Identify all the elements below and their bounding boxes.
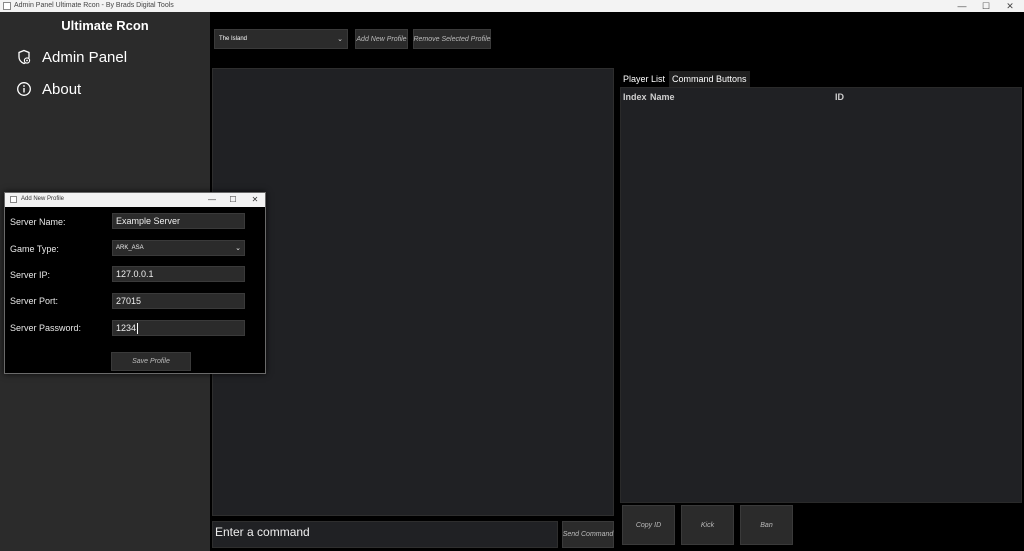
window-title: Admin Panel Ultimate Rcon - By Brads Dig…	[14, 1, 174, 11]
send-command-button[interactable]: Send Command	[562, 521, 614, 548]
game-type-value: ARK_ASA	[116, 245, 144, 251]
dialog-app-icon	[10, 196, 17, 203]
save-profile-button[interactable]: Save Profile	[111, 352, 191, 371]
server-ip-input[interactable]: 127.0.0.1	[112, 266, 245, 282]
sidebar-item-admin-panel[interactable]: Admin Panel	[16, 46, 127, 68]
sidebar-item-label: Admin Panel	[42, 49, 127, 66]
kick-button[interactable]: Kick	[681, 505, 734, 545]
server-port-input[interactable]: 27015	[112, 293, 245, 309]
sidebar-item-label: About	[42, 81, 81, 98]
chevron-down-icon: ⌄	[337, 35, 343, 43]
column-header-index: Index	[623, 92, 647, 102]
server-name-input[interactable]: Example Server	[112, 213, 245, 229]
profile-dropdown[interactable]: The Island ⌄	[214, 29, 348, 49]
server-password-label: Server Password:	[10, 323, 81, 333]
close-icon[interactable]: ✕	[996, 0, 1024, 12]
tab-command-buttons[interactable]: Command Buttons	[669, 71, 750, 87]
server-ip-label: Server IP:	[10, 270, 50, 280]
game-type-select[interactable]: ARK_ASA ⌄	[112, 240, 245, 256]
dialog-titlebar: Add New Profile — ☐ ✕	[5, 193, 265, 207]
server-password-value: 1234	[116, 323, 136, 333]
dialog-maximize-icon[interactable]: ☐	[223, 194, 243, 206]
sidebar-item-about[interactable]: About	[16, 78, 81, 100]
dialog-close-icon[interactable]: ✕	[245, 194, 265, 206]
remove-profile-button[interactable]: Remove Selected Profile	[413, 29, 491, 49]
tab-player-list[interactable]: Player List	[620, 71, 668, 87]
dialog-title: Add New Profile	[21, 196, 64, 202]
console-output[interactable]	[212, 68, 614, 516]
sidebar-title: Ultimate Rcon	[0, 18, 210, 33]
profile-selected-value: The Island	[219, 36, 247, 42]
chevron-down-icon: ⌄	[235, 244, 241, 252]
copy-id-button[interactable]: Copy ID	[622, 505, 675, 545]
column-header-name: Name	[650, 92, 675, 102]
shield-gear-icon	[16, 49, 32, 65]
server-name-label: Server Name:	[10, 217, 66, 227]
command-input[interactable]: Enter a command	[212, 521, 558, 548]
column-header-id: ID	[835, 92, 844, 102]
add-profile-dialog: Add New Profile — ☐ ✕ Server Name: Examp…	[4, 192, 266, 374]
game-type-label: Game Type:	[10, 244, 59, 254]
window-titlebar: Admin Panel Ultimate Rcon - By Brads Dig…	[0, 0, 1024, 12]
dialog-minimize-icon[interactable]: —	[202, 194, 222, 206]
text-caret	[137, 323, 138, 334]
app-icon	[3, 2, 11, 10]
server-password-input[interactable]: 1234	[112, 320, 245, 336]
add-profile-button[interactable]: Add New Profile	[355, 29, 408, 49]
server-port-label: Server Port:	[10, 296, 58, 306]
player-list-table[interactable]	[620, 87, 1022, 503]
info-icon	[16, 81, 32, 97]
ban-button[interactable]: Ban	[740, 505, 793, 545]
